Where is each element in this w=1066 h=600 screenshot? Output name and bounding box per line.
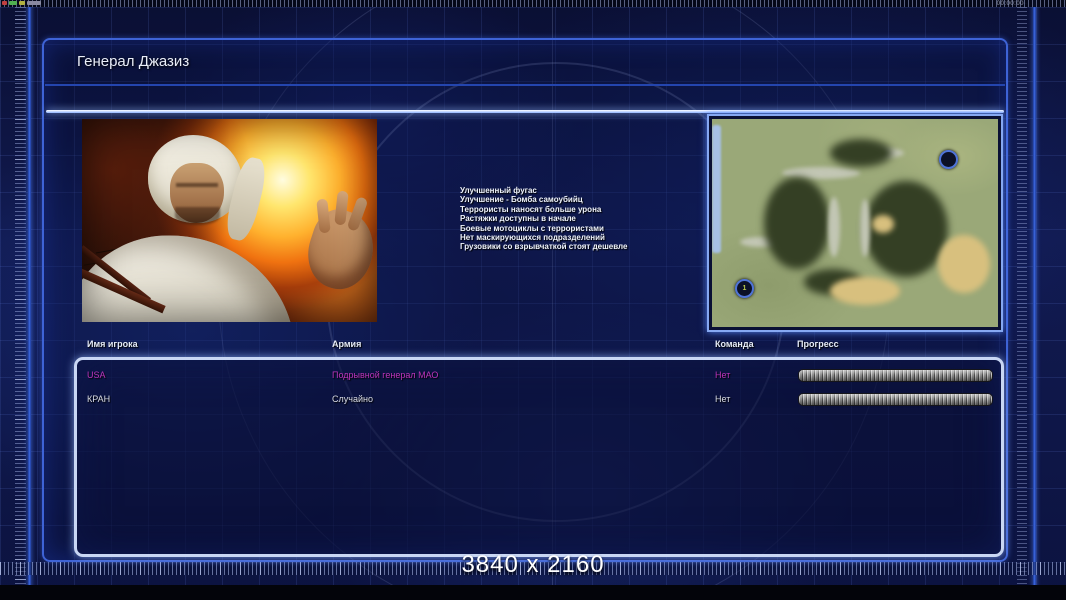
session-timer: 00:00:00 — [996, 1, 1024, 7]
right-ruler — [1017, 0, 1027, 600]
player-team: Нет — [715, 370, 731, 380]
sand-patch — [830, 277, 900, 305]
left-ruler — [15, 0, 26, 600]
debug-overlay — [2, 1, 41, 6]
player-name: USA — [87, 370, 106, 380]
ridge — [860, 199, 870, 257]
ridge — [828, 197, 840, 257]
bonus-line: Улучшенный фугас — [460, 186, 537, 195]
right-accent-line — [1033, 0, 1036, 600]
player-row: КРАН Случайно Нет — [77, 391, 1001, 409]
bonus-line: Нет маскирующихся подразделений — [460, 233, 605, 243]
loading-screen: 00:00:00 Генерал Джазиз Улучшенный фугас… — [0, 0, 1066, 600]
player-team: Нет — [715, 394, 731, 404]
loading-dialog: Генерал Джазиз Улучшенный фугас Улучшени… — [42, 38, 1008, 562]
bonus-line: Боевые мотоциклы с террористами — [460, 223, 604, 233]
water-strip — [712, 125, 721, 253]
general-title: Генерал Джазиз — [77, 53, 190, 70]
column-header-player-name: Имя игрока — [87, 339, 138, 349]
loading-progress-bar — [798, 393, 993, 406]
forest-patch — [764, 177, 830, 269]
forest-patch — [830, 139, 892, 167]
player-army: Подрывной генерал МАО — [332, 370, 439, 380]
bonus-line: Грузовики со взрывчаткой стоят дешевле — [460, 242, 628, 252]
bonus-line: Улучшение - Бомба самоубийц — [460, 195, 583, 205]
players-panel: USA Подрывной генерал МАО Нет КРАН Случа… — [74, 357, 1004, 557]
column-header-army: Армия — [332, 339, 362, 349]
sand-patch — [872, 215, 894, 233]
player-row: USA Подрывной генерал МАО Нет — [77, 367, 1001, 385]
loading-progress-bar — [798, 369, 993, 382]
top-ruler — [0, 0, 1066, 7]
bottom-black-bar — [0, 585, 1066, 600]
player-army: Случайно — [332, 394, 373, 404]
general-bonus-list: Улучшенный фугас Улучшение - Бомба самоу… — [460, 186, 710, 252]
start-position-marker-1: 1 — [735, 279, 754, 298]
left-accent-line — [28, 0, 31, 600]
title-underline — [45, 84, 1005, 86]
player-name: КРАН — [87, 394, 111, 404]
general-portrait — [82, 119, 377, 322]
column-header-team: Команда — [715, 339, 754, 349]
map-terrain: 1 — [712, 119, 998, 327]
sand-patch — [938, 235, 990, 293]
column-header-progress: Прогресс — [797, 339, 839, 349]
start-position-marker-2 — [939, 150, 958, 169]
map-preview: 1 — [707, 114, 1003, 332]
glow-divider — [46, 110, 1004, 113]
bonus-line: Растяжки доступны в начале — [460, 214, 576, 224]
bonus-line: Террористы наносят больше урона — [460, 204, 602, 214]
portrait-vignette — [82, 119, 377, 322]
resolution-label: 3840 x 2160 — [461, 551, 605, 578]
